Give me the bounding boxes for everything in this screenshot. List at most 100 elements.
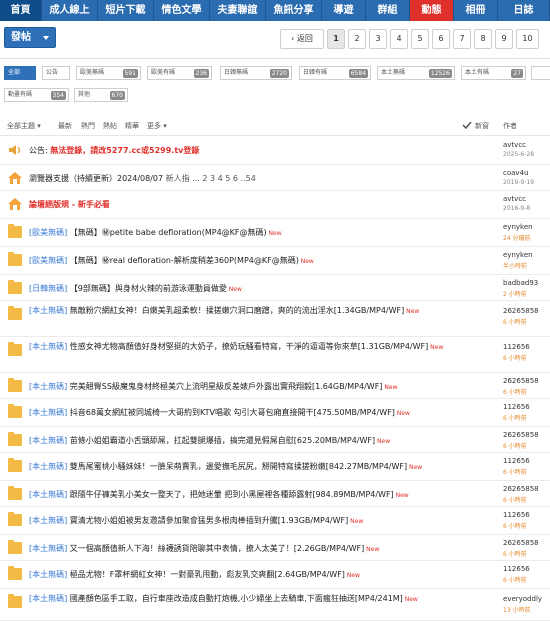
thread-category[interactable]: [本土無碼] (29, 490, 70, 499)
all-topics-dropdown[interactable]: 全部主題 ▾ (7, 121, 41, 131)
thread-title-text[interactable]: 又一個高顏值新人下海！絲襪誘貨陪聊其中表情，撩人太美了！[2.26GB/MP4/… (70, 544, 364, 553)
thread-title[interactable]: 公告: 無法登錄，請改5277.cc或5299.tv登錄 (29, 145, 494, 157)
thread-title-text[interactable]: 極品尤物！F罩杯網紅女神！一對豪乳甩動，彪友乳交爽翻[2.64GB/MP4/WF… (70, 570, 345, 579)
new-window-toggle[interactable]: 新窗 (475, 121, 489, 131)
thread-category[interactable]: [本土無碼] (29, 516, 70, 525)
thread-category[interactable]: [日韓無碼] (29, 284, 70, 293)
thread-title-text[interactable]: 【9部無碼】與身材火辣的前游泳運動員做愛 (70, 284, 227, 293)
thread-category[interactable]: [本土無碼] (29, 382, 70, 391)
page-link[interactable]: 5 (411, 29, 429, 49)
thread-title[interactable]: [歐美無碼] 【無碼】㊙real defloration-解析度稍差360P(M… (29, 255, 494, 268)
page-link[interactable]: 10 (516, 29, 539, 49)
page-link[interactable]: 2 (348, 29, 366, 49)
thread-title[interactable]: [日韓無碼] 【9部無碼】與身材火辣的前游泳運動員做愛 New (29, 283, 494, 296)
more-filter[interactable]: 更多 ▾ (147, 121, 167, 131)
category-tab[interactable]: 公告 (42, 66, 70, 80)
page-link[interactable]: 6 (432, 29, 450, 49)
thread-title-text[interactable]: 跟隨牛仔褲美乳小美女一整天了，把她迷暈 把到小黑屋裡各種舔露射[984.89MB… (70, 490, 394, 499)
thread-author[interactable]: 112656 (503, 565, 530, 573)
thread-author[interactable]: eynyken (503, 251, 533, 259)
thread-title-text[interactable]: 雙馬尾蜜桃小騷妹妹！一臉呆萌賣乳，邊愛撫毛尻尻，掰開特寫揉搓粉嫩[842.27M… (70, 462, 407, 471)
thread-author[interactable]: 26265858 (503, 485, 539, 493)
thread-category[interactable]: [本土無碼] (29, 570, 70, 579)
thread-author[interactable]: 26265858 (503, 431, 539, 439)
thread-title[interactable]: [本土無碼] 國產顏色區手工取，自行車座改造成自動打炮機,小少婦坐上去騎車,下面… (29, 593, 494, 606)
page-link[interactable]: 3 (369, 29, 387, 49)
category-tab[interactable] (531, 66, 550, 80)
thread-title-text[interactable]: 【無碼】㊙petite babe defloration(MP4@KF@無碼) (70, 228, 267, 237)
hot-filter[interactable]: 熱門 (81, 121, 95, 131)
popular-filter[interactable]: 熱帖 (103, 121, 117, 131)
thread-title-text[interactable]: 性感女神尤物高顏值好身材堅挺的大奶子，撩奶玩騷看特寫，干淨的逼逼等你來草[1.3… (70, 342, 428, 351)
thread-author[interactable]: 112656 (503, 403, 530, 411)
thread-category[interactable]: [本土無碼] (29, 594, 70, 603)
digest-filter[interactable]: 精華 (125, 121, 139, 131)
thread-title[interactable]: [本土無碼] 抖音68萬女網紅被同城椅一大哥約到KTV唱歌 勾引大哥包廂直接開干… (29, 407, 494, 420)
category-tab[interactable]: 歐美無碼 591 (76, 66, 141, 80)
thread-title-text[interactable]: 苗條小姐姐霸道小舌頭舔屌，扛起雙腿爆插，搞完還見假屌自慰[625.20MB/MP… (70, 436, 375, 445)
thread-title-text[interactable]: 抖音68萬女網紅被同城椅一大哥約到KTV唱歌 勾引大哥包廂直接開干[475.50… (70, 408, 395, 417)
thread-title[interactable]: 瀏覽器支援（持續更新）2024/08/07 新人指 ... 2 3 4 5 6 … (29, 173, 494, 185)
page-link[interactable]: 9 (495, 29, 513, 49)
thread-title-text[interactable]: 公告: (29, 146, 50, 155)
thread-title[interactable]: [本土無碼] 完美翹臀SS級魔鬼身材終極美穴上流明星級反差婊戶外露出實飛翔毅[1… (29, 381, 494, 394)
thread-extra[interactable]: 新人指 ... 2 3 4 5 6 ..54 (163, 174, 256, 183)
nav-item[interactable]: 成人線上 (42, 0, 98, 21)
back-button[interactable]: ‹ 返回 (280, 29, 324, 49)
nav-item[interactable]: 相冊 (454, 0, 498, 21)
thread-category[interactable]: [本土無碼] (29, 544, 70, 553)
thread-title-text[interactable]: 【無碼】㊙real defloration-解析度稍差360P(MP4@KF@無… (70, 256, 299, 265)
category-tab[interactable]: 全部 (4, 66, 36, 80)
thread-category[interactable]: [本土無碼] (29, 436, 70, 445)
thread-author[interactable]: 112656 (503, 511, 530, 519)
thread-author[interactable]: 26265858 (503, 307, 539, 315)
thread-title-highlight[interactable]: 論壇絕版規 - 新手必看 (29, 200, 110, 209)
category-tab[interactable]: 日韓有碼 6584 (299, 66, 371, 80)
nav-item[interactable]: 首頁 (0, 0, 42, 21)
nav-item[interactable]: 日誌 (498, 0, 550, 21)
page-link[interactable]: 1 (327, 29, 345, 49)
category-tab[interactable]: 歐美有碼 236 (147, 66, 212, 80)
thread-title[interactable]: [本土無碼] 跟隨牛仔褲美乳小美女一整天了，把她迷暈 把到小黑屋裡各種舔露射[9… (29, 489, 494, 502)
nav-item[interactable]: 情色文學 (154, 0, 210, 21)
category-tab[interactable]: 本土有碼 27 (461, 66, 526, 80)
thread-title[interactable]: [本土無碼] 性感女神尤物高顏值好身材堅挺的大奶子，撩奶玩騷看特寫，干淨的逼逼等… (29, 341, 494, 354)
page-link[interactable]: 7 (453, 29, 471, 49)
thread-title-highlight[interactable]: 無法登錄，請改5277.cc或5299.tv登錄 (50, 146, 199, 155)
nav-item[interactable]: 群組 (366, 0, 410, 21)
page-link[interactable]: 8 (474, 29, 492, 49)
thread-title-text[interactable]: 寶清尤物小姐姐被男友邀請參加聚會猛男多根肉棒插到升騰[1.93GB/MP4/WF… (70, 516, 348, 525)
thread-category[interactable]: [本土無碼] (29, 342, 70, 351)
thread-author[interactable]: 26265858 (503, 539, 539, 547)
thread-author[interactable]: eynyken (503, 223, 533, 231)
thread-author[interactable]: avtvcc (503, 141, 526, 149)
category-tab[interactable]: 日韓無碼 2720 (220, 66, 292, 80)
page-link[interactable]: 4 (390, 29, 408, 49)
thread-category[interactable]: [歐美無碼] (29, 228, 70, 237)
thread-title[interactable]: [本土無碼] 又一個高顏值新人下海！絲襪誘貨陪聊其中表情，撩人太美了！[2.26… (29, 543, 494, 556)
category-tab[interactable]: 動畫有碼 354 (4, 88, 69, 102)
thread-title[interactable]: 論壇絕版規 - 新手必看 (29, 199, 494, 211)
thread-title-text[interactable]: 完美翹臀SS級魔鬼身材終極美穴上流明星級反差婊戶外露出實飛翔毅[1.64GB/M… (70, 382, 383, 391)
thread-category[interactable]: [歐美無碼] (29, 256, 70, 265)
nav-item[interactable]: 導遊 (322, 0, 366, 21)
latest-filter[interactable]: 最新 (58, 121, 72, 131)
thread-author[interactable]: badbad93 (503, 279, 538, 287)
thread-title-text[interactable]: 國產顏色區手工取，自行車座改造成自動打炮機,小少婦坐上去騎車,下面瘋狂抽送[MP… (70, 594, 403, 603)
thread-author[interactable]: 26265858 (503, 377, 539, 385)
thread-title-text[interactable]: 無敵粉穴網紅女神！白嫩美乳超柔軟！揉搓嫩穴洞口磨蹭，爽的的流出淫水[1.34GB… (70, 306, 404, 315)
thread-author[interactable]: 112656 (503, 457, 530, 465)
thread-title[interactable]: [本土無碼] 雙馬尾蜜桃小騷妹妹！一臉呆萌賣乳，邊愛撫毛尻尻，掰開特寫揉搓粉嫩[… (29, 461, 494, 474)
thread-title[interactable]: [本土無碼] 極品尤物！F罩杯網紅女神！一對豪乳甩動，彪友乳交爽翻[2.64GB… (29, 569, 494, 582)
thread-author[interactable]: coav4u (503, 169, 528, 177)
check-icon[interactable] (462, 120, 472, 130)
post-button[interactable]: 發帖 (4, 27, 56, 48)
category-tab[interactable]: 其他 670 (74, 88, 128, 102)
nav-item[interactable]: 魚訊分享 (266, 0, 322, 21)
nav-item[interactable]: 動態 (410, 0, 454, 21)
thread-category[interactable]: [本土無碼] (29, 462, 70, 471)
thread-title[interactable]: [歐美無碼] 【無碼】㊙petite babe defloration(MP4@… (29, 227, 494, 240)
thread-category[interactable]: [本土無碼] (29, 306, 70, 315)
thread-author[interactable]: everyoddly (503, 595, 542, 603)
thread-title[interactable]: [本土無碼] 苗條小姐姐霸道小舌頭舔屌，扛起雙腿爆插，搞完還見假屌自慰[625.… (29, 435, 494, 448)
